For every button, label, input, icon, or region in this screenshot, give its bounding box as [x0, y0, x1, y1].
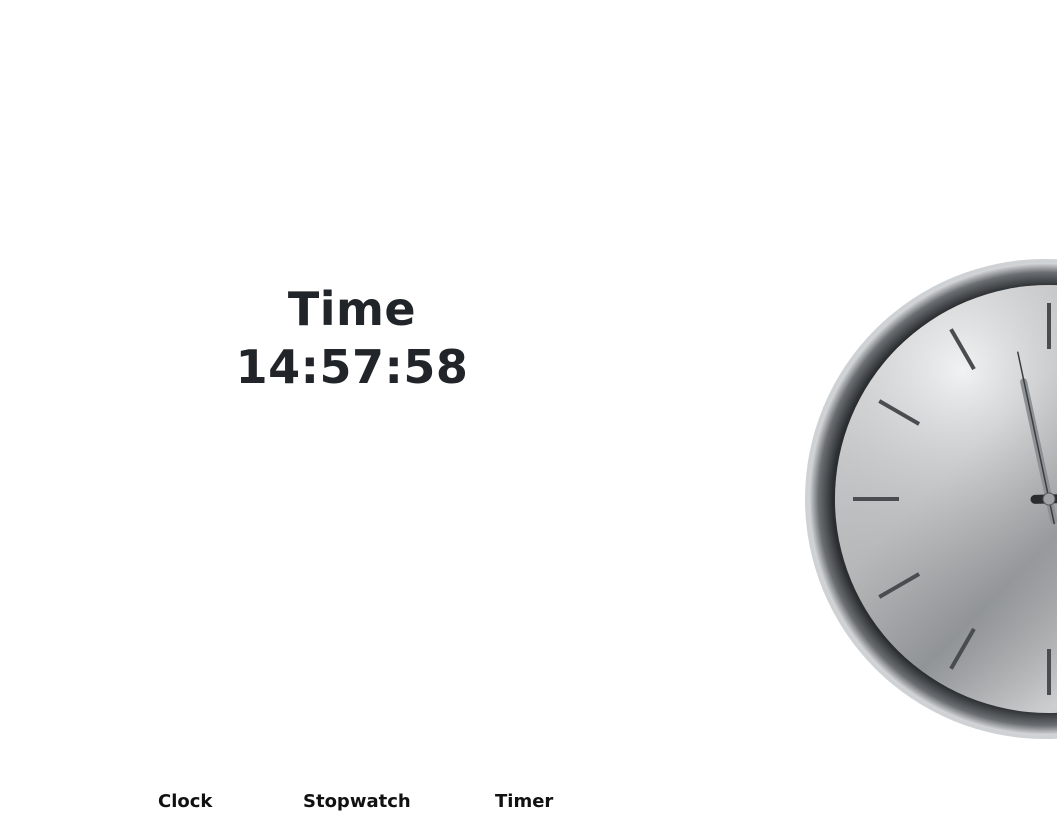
nav-timer-link[interactable]: Timer [495, 790, 553, 814]
analog-clock-image [805, 259, 1057, 739]
clock-app-page: Time 14:57:58 Clock Stopwatch Timer [0, 0, 1057, 824]
nav-stopwatch-link[interactable]: Stopwatch [303, 790, 411, 814]
center-pin [1042, 492, 1056, 506]
nav-clock-link[interactable]: Clock [158, 790, 212, 814]
bottom-nav: Clock Stopwatch Timer [0, 790, 620, 816]
time-title: Time [287, 282, 417, 336]
time-display: Time 14:57:58 [230, 276, 474, 390]
time-value: 14:57:58 [235, 340, 469, 394]
